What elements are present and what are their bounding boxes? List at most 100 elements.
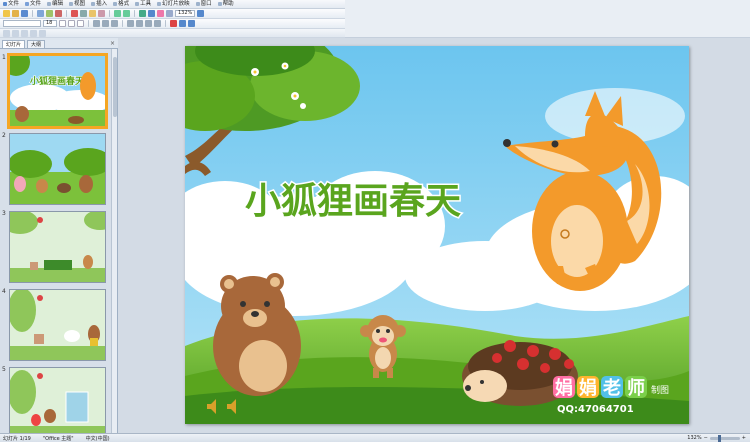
menu-icon xyxy=(195,2,200,6)
cut-icon[interactable] xyxy=(71,10,78,17)
toolbar-separator xyxy=(165,20,166,27)
zoom-slider[interactable] xyxy=(709,434,740,442)
copy-icon[interactable] xyxy=(80,10,87,17)
redo-icon[interactable] xyxy=(123,10,130,17)
spelling-icon[interactable] xyxy=(55,10,62,17)
font-size-select[interactable]: 18 xyxy=(43,20,57,27)
slide-counter: 幻灯片 1/19 xyxy=(3,435,31,442)
menu-label: 文件 xyxy=(8,0,20,7)
menu-item[interactable]: 工具 xyxy=(135,0,151,9)
zoom-in-icon[interactable]: + xyxy=(742,435,746,441)
slide-thumbnail-4[interactable] xyxy=(9,289,106,361)
tab-slides[interactable]: 幻灯片 xyxy=(2,40,26,48)
chart-icon[interactable] xyxy=(139,10,146,17)
thumbnail-image xyxy=(10,290,105,360)
menu-item[interactable]: 文件 xyxy=(25,0,41,9)
bold-icon[interactable] xyxy=(59,20,66,27)
signature-suffix: 制图 xyxy=(651,384,669,396)
bullets-icon[interactable] xyxy=(136,20,143,27)
tool-icon[interactable] xyxy=(3,29,10,37)
toolbar-separator xyxy=(134,10,135,17)
align-center-icon[interactable] xyxy=(102,20,109,27)
thumbnail-row: 2 xyxy=(0,131,112,205)
underline-icon[interactable] xyxy=(77,20,84,27)
signature-name: 娟娟老师 xyxy=(555,377,651,399)
toolbar-separator xyxy=(32,10,33,17)
slide-number: 4 xyxy=(2,288,6,295)
current-slide[interactable]: 小狐狸画春天 娟娟老师 制图 QQ:47064701 xyxy=(185,46,689,424)
drawing-toolbar xyxy=(0,29,345,38)
menu-label: 幻灯片放映 xyxy=(162,0,190,7)
menu-icon xyxy=(135,2,140,6)
zoom-select[interactable]: 132% xyxy=(175,10,196,17)
menu-icon xyxy=(91,2,96,6)
tool-icon[interactable] xyxy=(39,29,46,37)
pane-tabs: 幻灯片 大纲 × xyxy=(0,40,118,49)
slide-number: 2 xyxy=(2,132,6,139)
thumbnail-row: 4 xyxy=(0,287,112,361)
decrease-font-icon[interactable] xyxy=(154,20,161,27)
print-icon[interactable] xyxy=(37,10,44,17)
menu-item[interactable]: 窗口 xyxy=(195,0,212,9)
increase-font-icon[interactable] xyxy=(145,20,152,27)
slides-pane: 1 小狐狸画春天 2 3 4 5 xyxy=(0,49,118,433)
menu-item[interactable]: 帮助 xyxy=(217,0,234,9)
paste-icon[interactable] xyxy=(89,10,96,17)
menu-bar: 文件 文件 编辑 视图 插入 格式 工具 幻灯片放映 窗口 帮助 xyxy=(0,0,345,9)
zoom-slider-knob[interactable] xyxy=(717,434,721,442)
menu-item[interactable]: 编辑 xyxy=(47,0,63,9)
slide-canvas: 小狐狸画春天 娟娟老师 制图 QQ:47064701 xyxy=(185,46,689,424)
align-left-icon[interactable] xyxy=(93,20,100,27)
design-icon[interactable] xyxy=(179,20,186,27)
standard-toolbar: 132% xyxy=(0,9,345,19)
numbering-icon[interactable] xyxy=(127,20,134,27)
status-bar: 幻灯片 1/19 "Office 主题" 中文(中国) 132% − + xyxy=(0,433,750,442)
menu-item[interactable]: 插入 xyxy=(91,0,107,9)
slide-thumbnail-2[interactable] xyxy=(9,133,106,205)
slide-title[interactable]: 小狐狸画春天 xyxy=(244,180,463,224)
new-slide-icon[interactable] xyxy=(188,20,195,27)
thumbnail-scrollbar[interactable] xyxy=(111,49,117,433)
menu-label: 帮助 xyxy=(222,0,234,7)
scrollbar-thumb[interactable] xyxy=(113,57,117,117)
zoom-control: 132% − + xyxy=(687,434,746,442)
preview-icon[interactable] xyxy=(46,10,53,17)
menu-label: 视图 xyxy=(74,0,86,7)
hyperlink-icon[interactable] xyxy=(157,10,164,17)
menu-item[interactable]: 文件 xyxy=(3,0,19,9)
slide-number: 3 xyxy=(2,210,6,217)
grid-icon[interactable] xyxy=(166,10,173,17)
italic-icon[interactable] xyxy=(68,20,75,27)
toolbar-separator xyxy=(122,20,123,27)
tab-outline[interactable]: 大纲 xyxy=(27,40,46,48)
thumbnail-row: 1 小狐狸画春天 xyxy=(0,53,112,129)
menu-label: 工具 xyxy=(140,0,152,7)
new-icon[interactable] xyxy=(3,10,10,17)
align-right-icon[interactable] xyxy=(111,20,118,27)
menu-item[interactable]: 格式 xyxy=(113,0,129,9)
slide-thumbnail-1[interactable]: 小狐狸画春天 xyxy=(7,53,108,129)
slide-thumbnail-5[interactable] xyxy=(9,367,106,433)
help-icon[interactable] xyxy=(197,10,205,17)
undo-icon[interactable] xyxy=(114,10,121,17)
tool-icon[interactable] xyxy=(21,29,28,37)
zoom-value: 132% xyxy=(687,435,702,441)
menu-icon xyxy=(47,2,52,6)
open-icon[interactable] xyxy=(12,10,19,17)
toolbar-separator xyxy=(66,10,67,17)
font-select[interactable] xyxy=(3,20,41,27)
font-color-icon[interactable] xyxy=(170,20,177,27)
toolbar-separator xyxy=(109,10,110,17)
tool-icon[interactable] xyxy=(30,29,37,37)
menu-item[interactable]: 幻灯片放映 xyxy=(157,0,190,9)
save-icon[interactable] xyxy=(21,10,28,17)
zoom-out-icon[interactable]: − xyxy=(704,435,708,441)
format-painter-icon[interactable] xyxy=(98,10,105,17)
slide-thumbnail-3[interactable] xyxy=(9,211,106,283)
tool-icon[interactable] xyxy=(12,29,19,37)
close-icon[interactable]: × xyxy=(110,40,115,48)
table-icon[interactable] xyxy=(148,10,155,17)
menu-label: 窗口 xyxy=(200,0,212,7)
menu-item[interactable]: 视图 xyxy=(69,0,85,9)
menu-icon xyxy=(69,2,74,6)
